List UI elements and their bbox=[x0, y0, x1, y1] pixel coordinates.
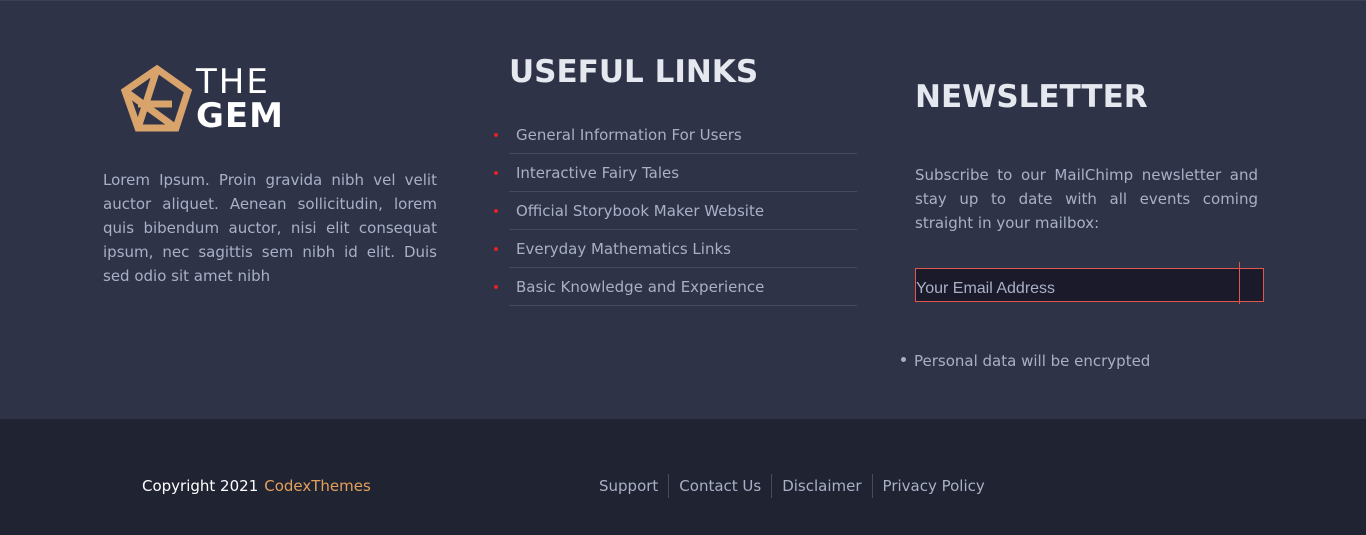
bottom-link-support[interactable]: Support bbox=[589, 474, 668, 498]
bullet-icon bbox=[494, 171, 498, 175]
bottom-nav: Support Contact Us Disclaimer Privacy Po… bbox=[589, 474, 995, 498]
useful-link-label[interactable]: General Information For Users bbox=[516, 126, 742, 144]
useful-link-item[interactable]: Basic Knowledge and Experience bbox=[494, 268, 857, 306]
useful-link-label[interactable]: Basic Knowledge and Experience bbox=[516, 278, 764, 296]
copyright-text: Copyright 2021 bbox=[142, 477, 259, 495]
bottom-link-contact-us[interactable]: Contact Us bbox=[668, 474, 771, 498]
useful-link-label[interactable]: Official Storybook Maker Website bbox=[516, 202, 764, 220]
about-text: Lorem Ipsum. Proin gravida nibh vel veli… bbox=[103, 171, 437, 285]
encryption-note: Personal data will be encrypted bbox=[901, 349, 1150, 373]
useful-links-title: USEFUL LINKS bbox=[509, 54, 759, 90]
encryption-note-text: Personal data will be encrypted bbox=[914, 352, 1151, 370]
email-input[interactable] bbox=[915, 268, 1264, 302]
bullet-icon bbox=[494, 285, 498, 289]
useful-link-label[interactable]: Everyday Mathematics Links bbox=[516, 240, 731, 258]
pentagon-logo-icon bbox=[120, 64, 193, 132]
useful-link-item[interactable]: General Information For Users bbox=[494, 116, 857, 154]
newsletter-description: Subscribe to our MailChimp newsletter an… bbox=[915, 166, 1258, 232]
bullet-icon bbox=[494, 247, 498, 251]
useful-link-item[interactable]: Official Storybook Maker Website bbox=[494, 192, 857, 230]
text-cursor bbox=[1239, 262, 1240, 304]
useful-link-label[interactable]: Interactive Fairy Tales bbox=[516, 164, 679, 182]
bottom-link-disclaimer[interactable]: Disclaimer bbox=[771, 474, 871, 498]
newsletter-title: NEWSLETTER bbox=[915, 79, 1148, 115]
useful-link-item[interactable]: Interactive Fairy Tales bbox=[494, 154, 857, 192]
logo-line-gem: GEM bbox=[196, 96, 284, 136]
bullet-icon bbox=[901, 357, 906, 362]
copyright: Copyright 2021 CodexThemes bbox=[142, 474, 371, 498]
useful-link-item[interactable]: Everyday Mathematics Links bbox=[494, 230, 857, 268]
bottom-link-privacy-policy[interactable]: Privacy Policy bbox=[871, 474, 995, 498]
bullet-icon bbox=[494, 209, 498, 213]
thegem-logo[interactable]: THE GEM bbox=[120, 62, 300, 136]
bullet-icon bbox=[494, 133, 498, 137]
brand-link[interactable]: CodexThemes bbox=[264, 477, 371, 495]
useful-links-list: General Information For Users Interactiv… bbox=[494, 116, 857, 306]
